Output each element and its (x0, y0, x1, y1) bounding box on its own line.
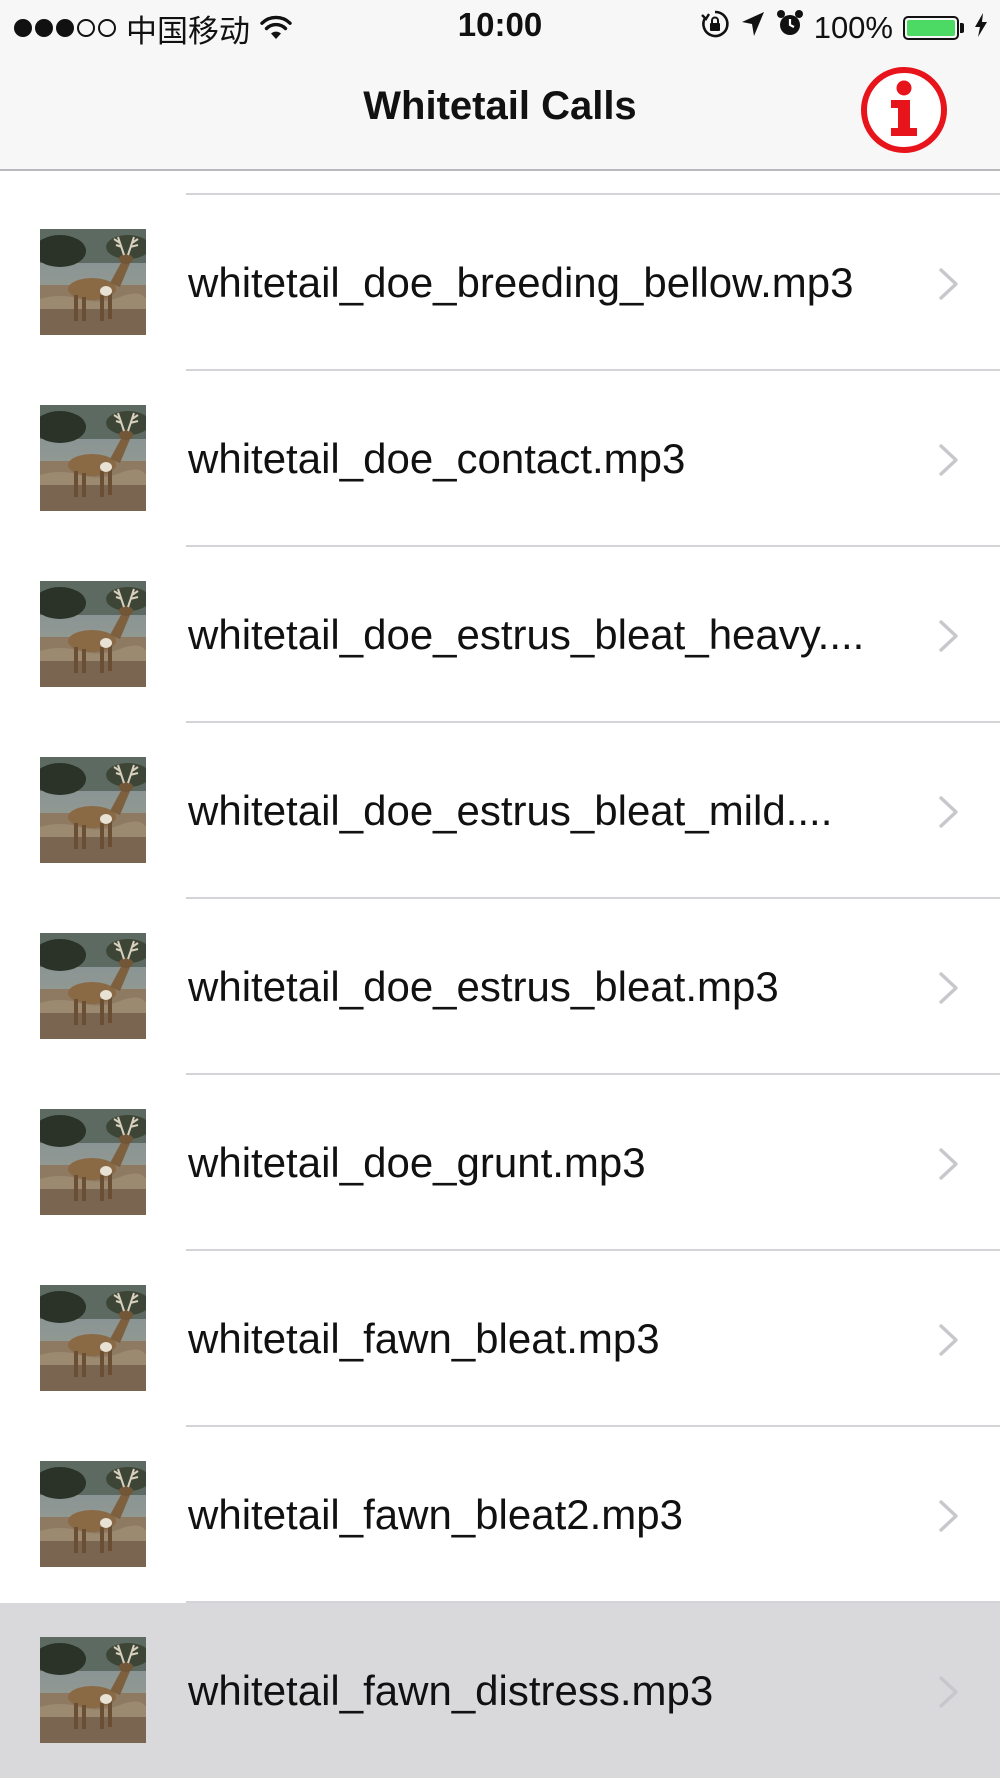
list-item-label: whitetail_fawn_bleat.mp3 (188, 1315, 660, 1362)
calls-list[interactable]: whitetail_doe_breeding_bellow.mp3whiteta… (0, 171, 1000, 1778)
list-item[interactable]: whitetail_doe_contact.mp3 (0, 371, 1000, 547)
page-title: Whitetail Calls (363, 84, 637, 128)
status-right: 100% (700, 8, 988, 48)
chevron-right-icon (938, 1499, 960, 1533)
deer-thumbnail-icon (40, 1637, 146, 1743)
info-icon (861, 67, 947, 153)
status-bar: 中国移动 10:00 100% (0, 0, 1000, 54)
deer-thumbnail-icon (40, 1109, 146, 1215)
chevron-right-icon (938, 971, 960, 1005)
list-item-label: whitetail_doe_contact.mp3 (188, 435, 686, 482)
chevron-right-icon (938, 619, 960, 653)
deer-thumbnail-icon (40, 1285, 146, 1391)
list-item-label: whitetail_doe_grunt.mp3 (188, 1139, 646, 1186)
deer-thumbnail-icon (40, 933, 146, 1039)
orientation-lock-icon (700, 9, 730, 47)
location-arrow-icon (740, 10, 766, 46)
navigation-bar: Whitetail Calls (0, 54, 1000, 171)
screen: 中国移动 10:00 100% Whitetail Calls whitetai… (0, 0, 1000, 1778)
deer-thumbnail-icon (40, 581, 146, 687)
deer-thumbnail-icon (40, 1461, 146, 1567)
deer-thumbnail-icon (40, 405, 146, 511)
list-item-label: whitetail_doe_estrus_bleat_mild.... (188, 787, 833, 834)
list-item[interactable]: whitetail_doe_grunt.mp3 (0, 1075, 1000, 1251)
chevron-right-icon (938, 267, 960, 301)
alarm-icon (776, 9, 804, 47)
battery-percentage: 100% (813, 10, 893, 45)
battery-icon (903, 16, 964, 40)
charging-bolt-icon (974, 10, 988, 46)
list-item[interactable]: whitetail_fawn_bleat2.mp3 (0, 1427, 1000, 1603)
deer-thumbnail-icon (40, 757, 146, 863)
list-item-label: whitetail_fawn_distress.mp3 (188, 1667, 714, 1714)
list-item-label: whitetail_doe_breeding_bellow.mp3 (188, 259, 854, 306)
chevron-right-icon (938, 1147, 960, 1181)
chevron-right-icon (938, 1323, 960, 1357)
list-item[interactable]: whitetail_fawn_distress.mp3 (0, 1603, 1000, 1778)
chevron-right-icon (938, 443, 960, 477)
chevron-right-icon (938, 1675, 960, 1709)
battery-fill (907, 20, 955, 36)
list-item[interactable]: whitetail_fawn_bleat.mp3 (0, 1251, 1000, 1427)
list-item-label: whitetail_doe_estrus_bleat_heavy.... (188, 611, 865, 658)
info-button[interactable] (858, 64, 950, 156)
list-item[interactable]: whitetail_doe_estrus_bleat_mild.... (0, 723, 1000, 899)
deer-thumbnail-icon (40, 229, 146, 335)
chevron-right-icon (938, 795, 960, 829)
list-item[interactable]: whitetail_doe_estrus_bleat_heavy.... (0, 547, 1000, 723)
list-item-label: whitetail_fawn_bleat2.mp3 (188, 1491, 683, 1538)
list-item[interactable]: whitetail_doe_estrus_bleat.mp3 (0, 899, 1000, 1075)
list-item-label: whitetail_doe_estrus_bleat.mp3 (188, 963, 779, 1010)
list-item[interactable]: whitetail_doe_breeding_bellow.mp3 (0, 195, 1000, 371)
